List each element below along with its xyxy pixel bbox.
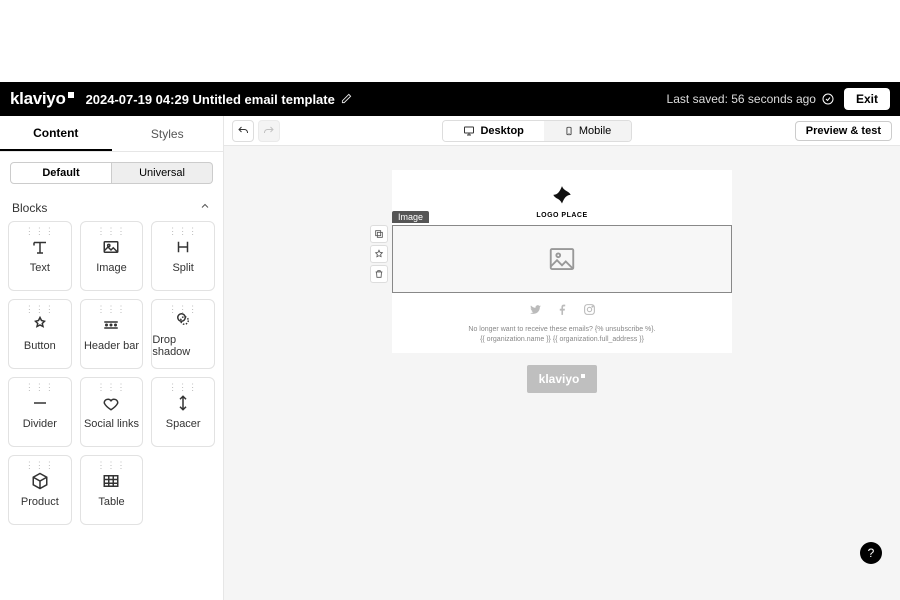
blocks-section-header[interactable]: Blocks <box>0 194 223 221</box>
grip-icon: ⋮⋮⋮ <box>25 304 55 315</box>
block-header-bar[interactable]: ⋮⋮⋮ Header bar <box>80 299 144 369</box>
grip-icon: ⋮⋮⋮ <box>168 304 198 315</box>
blocks-grid: ⋮⋮⋮ Text ⋮⋮⋮ Image ⋮⋮⋮ Split ⋮⋮⋮ Button … <box>0 221 223 525</box>
grip-icon: ⋮⋮⋮ <box>168 226 198 237</box>
content-subtabs: Default Universal <box>0 152 223 194</box>
grip-icon: ⋮⋮⋮ <box>96 382 126 393</box>
block-label: Table <box>98 496 124 508</box>
block-label: Button <box>24 340 56 352</box>
grip-icon: ⋮⋮⋮ <box>168 382 198 393</box>
help-button[interactable]: ? <box>860 542 882 564</box>
device-desktop-label: Desktop <box>480 125 523 137</box>
sidebar-tabs: Content Styles <box>0 116 223 152</box>
block-button[interactable]: ⋮⋮⋮ Button <box>8 299 72 369</box>
undo-redo-group <box>232 120 280 142</box>
sidebar: Content Styles Default Universal Blocks … <box>0 116 224 600</box>
block-divider[interactable]: ⋮⋮⋮ Divider <box>8 377 72 447</box>
delete-block-button[interactable] <box>370 265 388 283</box>
brand-mark-icon <box>68 92 74 98</box>
redo-button <box>258 120 280 142</box>
logo-caption: LOGO PLACE <box>536 212 587 219</box>
edit-title-icon[interactable] <box>341 92 352 107</box>
footer-org: {{ organization.name }} {{ organization.… <box>392 335 732 345</box>
grip-icon: ⋮⋮⋮ <box>96 304 126 315</box>
device-mobile-label: Mobile <box>579 125 611 137</box>
block-spacer[interactable]: ⋮⋮⋮ Spacer <box>151 377 215 447</box>
block-label: Header bar <box>84 340 139 352</box>
block-label: Divider <box>23 418 57 430</box>
exit-button[interactable]: Exit <box>844 88 890 110</box>
duplicate-block-button[interactable] <box>370 225 388 243</box>
badge-text: klaviyo <box>539 372 580 386</box>
tab-styles[interactable]: Styles <box>112 116 224 151</box>
image-block-placeholder[interactable] <box>392 225 732 293</box>
brand-mark-icon <box>581 374 585 378</box>
preview-test-button[interactable]: Preview & test <box>795 121 892 141</box>
last-saved-status: Last saved: 56 seconds ago <box>667 92 834 106</box>
block-label: Product <box>21 496 59 508</box>
brand-logo: klaviyo <box>10 89 74 109</box>
undo-button[interactable] <box>232 120 254 142</box>
social-links-row[interactable] <box>392 293 732 325</box>
instagram-icon[interactable] <box>583 303 596 321</box>
block-image[interactable]: ⋮⋮⋮ Image <box>80 221 144 291</box>
block-label: Drop shadow <box>152 334 214 358</box>
saved-check-icon <box>822 93 834 105</box>
device-desktop[interactable]: Desktop <box>443 121 543 141</box>
grip-icon: ⋮⋮⋮ <box>25 460 55 471</box>
favorite-block-button[interactable] <box>370 245 388 263</box>
logo-leaf-icon <box>549 184 575 210</box>
twitter-icon[interactable] <box>529 303 542 321</box>
app-header: klaviyo 2024-07-19 04:29 Untitled email … <box>0 82 900 116</box>
logo-placeholder[interactable]: LOGO PLACE <box>392 170 732 225</box>
editor-toolbar: Desktop Mobile Preview & test <box>224 116 900 146</box>
subtab-default[interactable]: Default <box>10 162 112 184</box>
editor-main: Desktop Mobile Preview & test LOGO PLACE <box>224 116 900 600</box>
template-title[interactable]: 2024-07-19 04:29 Untitled email template <box>86 92 352 107</box>
device-mobile[interactable]: Mobile <box>544 121 631 141</box>
grip-icon: ⋮⋮⋮ <box>25 382 55 393</box>
canvas[interactable]: LOGO PLACE Image <box>224 146 900 600</box>
grip-icon: ⋮⋮⋮ <box>96 226 126 237</box>
device-toggle: Desktop Mobile <box>442 120 632 142</box>
block-product[interactable]: ⋮⋮⋮ Product <box>8 455 72 525</box>
selection-tag: Image <box>392 211 429 223</box>
block-label: Image <box>96 262 127 274</box>
block-label: Spacer <box>166 418 201 430</box>
email-footer[interactable]: No longer want to receive these emails? … <box>392 325 732 353</box>
block-drop-shadow[interactable]: ⋮⋮⋮ Drop shadow <box>151 299 215 369</box>
template-title-text: 2024-07-19 04:29 Untitled email template <box>86 92 335 107</box>
block-label: Social links <box>84 418 139 430</box>
block-action-toolbar <box>370 225 388 283</box>
page-whitespace <box>0 0 900 82</box>
block-label: Text <box>30 262 50 274</box>
email-preview: LOGO PLACE Image <box>392 170 732 353</box>
blocks-label: Blocks <box>12 201 47 215</box>
block-split[interactable]: ⋮⋮⋮ Split <box>151 221 215 291</box>
block-text[interactable]: ⋮⋮⋮ Text <box>8 221 72 291</box>
chevron-up-icon[interactable] <box>199 200 211 215</box>
tab-content[interactable]: Content <box>0 116 112 151</box>
klaviyo-badge[interactable]: klaviyo <box>527 365 597 393</box>
block-table[interactable]: ⋮⋮⋮ Table <box>80 455 144 525</box>
subtab-universal[interactable]: Universal <box>112 162 213 184</box>
grip-icon: ⋮⋮⋮ <box>25 226 55 237</box>
last-saved-text: Last saved: 56 seconds ago <box>667 92 816 106</box>
image-placeholder-icon <box>544 244 580 274</box>
brand-text: klaviyo <box>10 89 66 109</box>
facebook-icon[interactable] <box>556 303 569 321</box>
block-social-links[interactable]: ⋮⋮⋮ Social links <box>80 377 144 447</box>
footer-unsubscribe: No longer want to receive these emails? … <box>392 325 732 335</box>
selected-block[interactable]: Image <box>392 225 732 293</box>
grip-icon: ⋮⋮⋮ <box>96 460 126 471</box>
block-label: Split <box>172 262 193 274</box>
